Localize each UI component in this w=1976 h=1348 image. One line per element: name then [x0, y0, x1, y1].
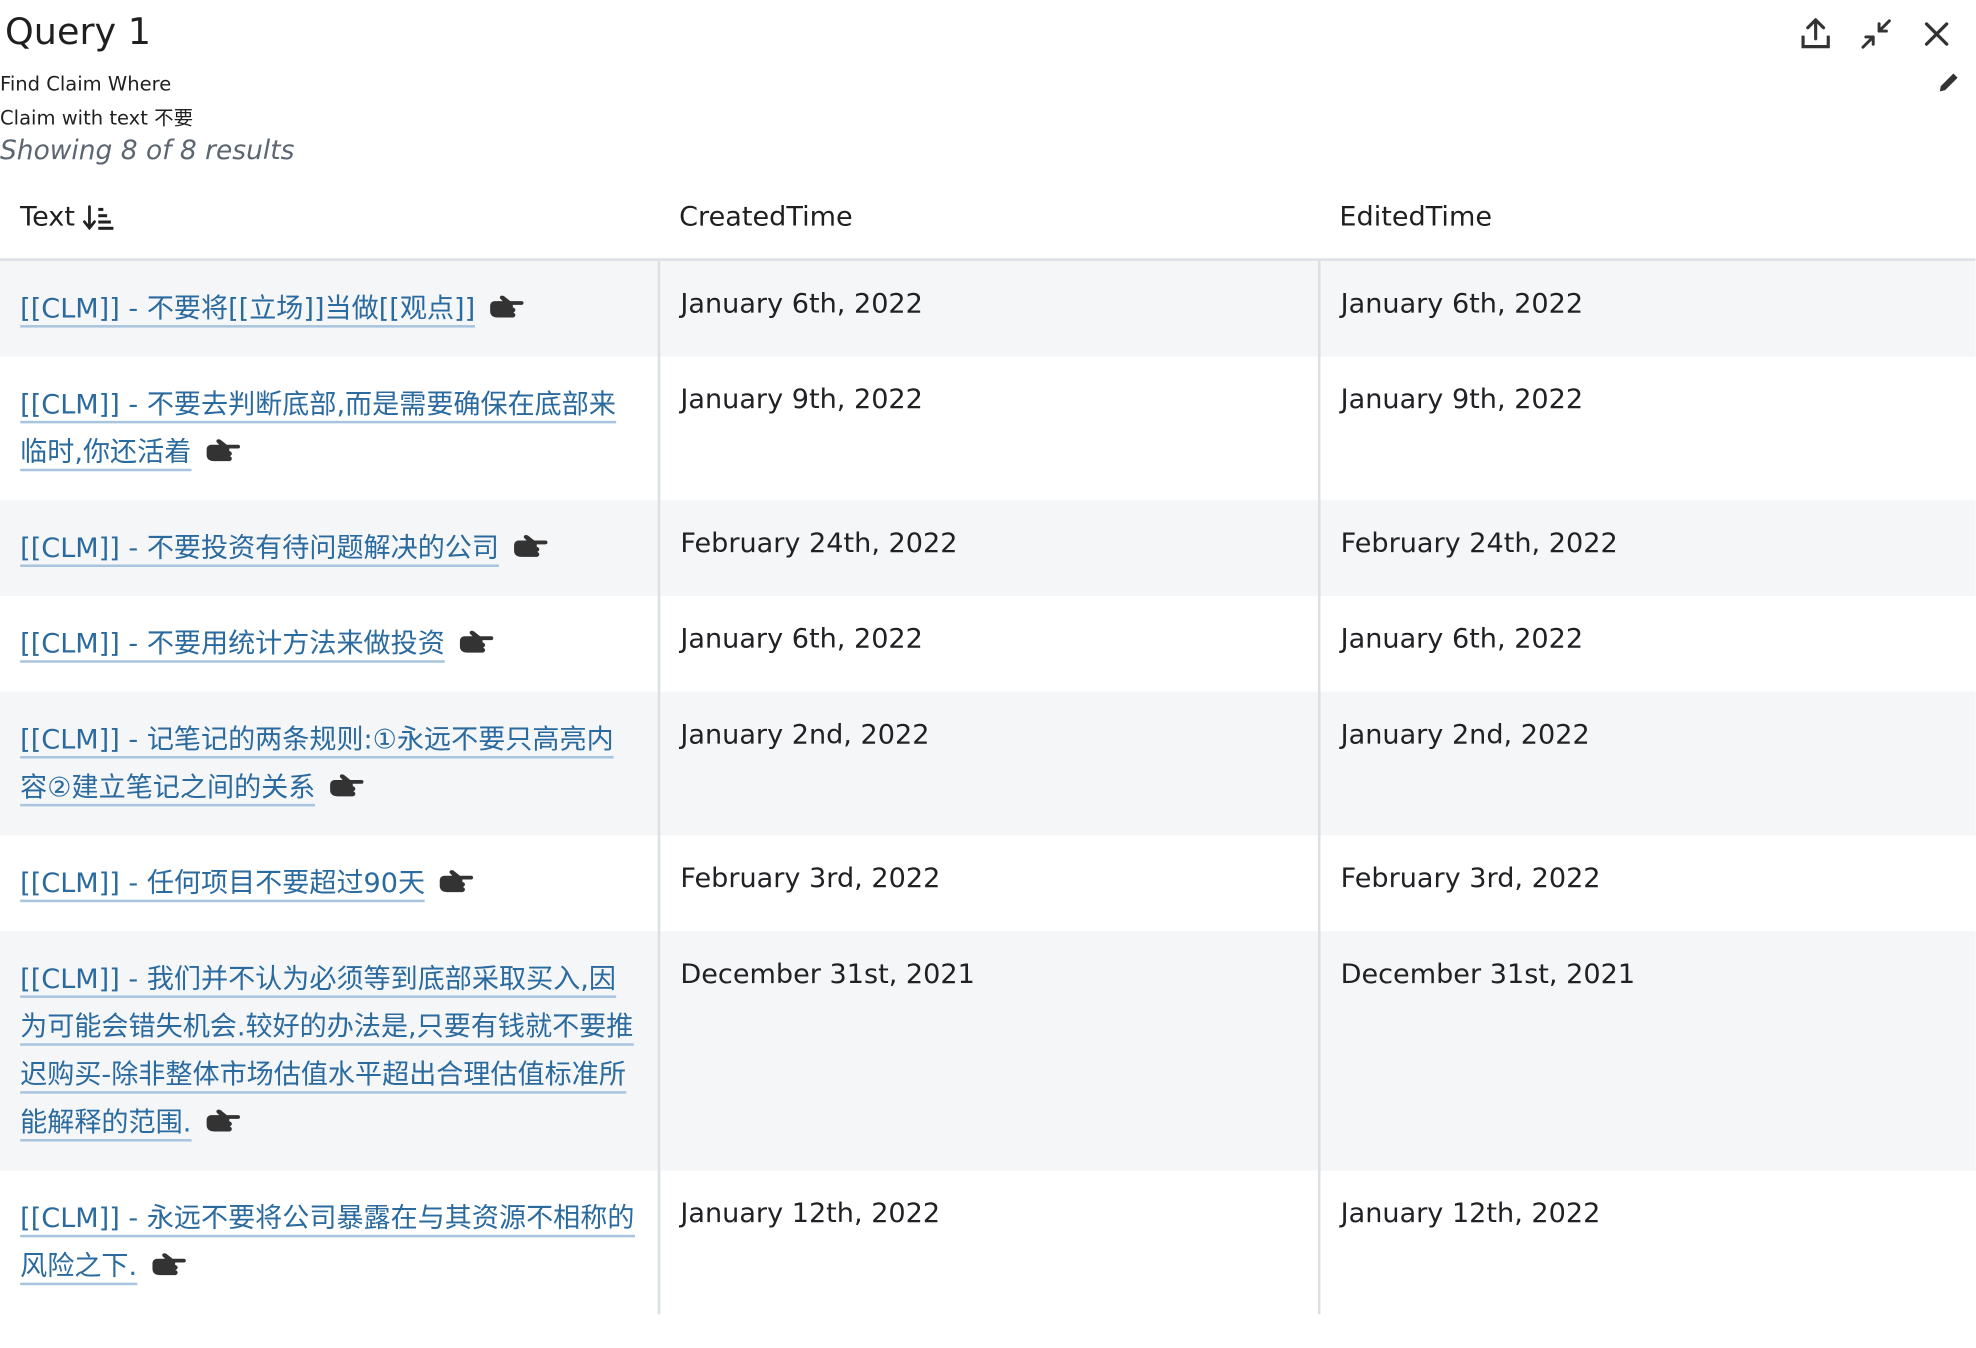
cell-edited-time: December 31st, 2021	[1340, 958, 1636, 991]
claim-link[interactable]: [[CLM]] - 不要将[[立场]]当做[[观点]]	[20, 293, 476, 328]
cell-edited-time: January 9th, 2022	[1340, 384, 1584, 416]
table-row: [[CLM]] - 不要将[[立场]]当做[[观点]] January 6th, …	[0, 259, 1976, 357]
pointing-hand-icon[interactable]	[204, 438, 242, 466]
pointing-hand-icon[interactable]	[512, 534, 550, 562]
panel-toolbar	[1794, 13, 1958, 56]
minimize-icon	[1861, 19, 1891, 49]
table-row: [[CLM]] - 我们并不认为必须等到底部采取买入,因为可能会错失机会.较好的…	[0, 931, 1976, 1171]
cell-created-time: December 31st, 2021	[658, 931, 1321, 1171]
results-table: Text CreatedTime EditedTime [[CLM]] - 不要…	[0, 176, 1976, 1315]
minimize-button[interactable]	[1855, 13, 1898, 56]
cell-text: [[CLM]] - 永远不要将公司暴露在与其资源不相称的风险之下.	[0, 1170, 661, 1315]
table-row: [[CLM]] - 任何项目不要超过90天 February 3rd, 2022 F…	[0, 835, 1976, 932]
cell-edited-time: February 3rd, 2022	[1340, 863, 1601, 895]
pointing-hand-icon[interactable]	[457, 630, 495, 658]
cell-text: [[CLM]] - 记笔记的两条规则:①永远不要只高亮内容②建立笔记之间的关系	[0, 691, 661, 836]
column-header-text[interactable]: Text	[0, 176, 659, 261]
table-row: [[CLM]] - 不要用统计方法来做投资 January 6th, 2022 Ja…	[0, 595, 1976, 692]
cell-created-time: January 6th, 2022	[658, 595, 1321, 692]
cell-created-time: February 24th, 2022	[658, 500, 1321, 596]
sort-descending-icon[interactable]	[83, 201, 116, 234]
table-row: [[CLM]] - 不要投资有待问题解决的公司 February 24th, 20…	[0, 500, 1976, 596]
share-upload-icon	[1801, 18, 1830, 49]
cell-created-time: January 12th, 2022	[658, 1170, 1321, 1315]
pointing-hand-icon[interactable]	[328, 774, 366, 802]
cell-text: [[CLM]] - 不要去判断底部,而是需要确保在底部来临时,你还活着	[0, 356, 661, 501]
cell-edited-time: January 6th, 2022	[1340, 288, 1584, 321]
cell-text: [[CLM]] - 不要用统计方法来做投资	[0, 595, 661, 692]
cell-created-time: January 9th, 2022	[658, 356, 1321, 501]
table-header-row: Text CreatedTime EditedTime	[0, 176, 1976, 261]
table-row: [[CLM]] - 记笔记的两条规则:①永远不要只高亮内容②建立笔记之间的关系 J…	[0, 691, 1976, 836]
table-row: [[CLM]] - 永远不要将公司暴露在与其资源不相称的风险之下. January…	[0, 1170, 1976, 1315]
claim-link[interactable]: [[CLM]] - 不要投资有待问题解决的公司	[20, 532, 499, 567]
cell-created-time: January 6th, 2022	[658, 259, 1321, 357]
claim-link[interactable]: [[CLM]] - 记笔记的两条规则:①永远不要只高亮内容②建立笔记之间的关系	[20, 724, 614, 807]
pencil-icon	[1939, 73, 1958, 92]
query-panel: Query 1 Find Claim Where Claim with text…	[0, 0, 1976, 1348]
pointing-hand-icon[interactable]	[488, 295, 526, 323]
pointing-hand-icon[interactable]	[150, 1252, 188, 1280]
claim-link[interactable]: [[CLM]] - 不要用统计方法来做投资	[20, 628, 445, 663]
pointing-hand-icon[interactable]	[438, 869, 476, 897]
cell-text: [[CLM]] - 不要将[[立场]]当做[[观点]]	[0, 259, 661, 357]
claim-link[interactable]: [[CLM]] - 任何项目不要超过90天	[20, 868, 426, 903]
table-body: [[CLM]] - 不要将[[立场]]当做[[观点]] January 6th, …	[0, 259, 1976, 1315]
cell-edited-time: February 24th, 2022	[1340, 527, 1618, 560]
query-title: Query 1	[5, 10, 151, 53]
cell-edited-time: January 6th, 2022	[1340, 623, 1584, 656]
close-icon	[1924, 22, 1949, 46]
claim-link[interactable]: [[CLM]] - 我们并不认为必须等到底部采取买入,因为可能会错失机会.较好的…	[20, 964, 634, 1142]
cell-created-time: January 2nd, 2022	[658, 691, 1321, 836]
cell-edited-time: January 12th, 2022	[1340, 1198, 1601, 1230]
close-button[interactable]	[1915, 13, 1958, 56]
column-header-createdtime[interactable]: CreatedTime	[658, 176, 1320, 261]
claim-link[interactable]: [[CLM]] - 不要去判断底部,而是需要确保在底部来临时,你还活着	[20, 389, 616, 472]
pointing-hand-icon[interactable]	[204, 1109, 242, 1137]
table-row: [[CLM]] - 不要去判断底部,而是需要确保在底部来临时,你还活着 Janua…	[0, 356, 1976, 501]
query-line-find: Find Claim Where	[0, 73, 172, 96]
cell-text: [[CLM]] - 我们并不认为必须等到底部采取买入,因为可能会错失机会.较好的…	[0, 931, 661, 1171]
cell-created-time: February 3rd, 2022	[658, 835, 1321, 932]
edit-query-button[interactable]	[1933, 66, 1966, 99]
results-count: Showing 8 of 8 results	[0, 134, 295, 166]
cell-text: [[CLM]] - 任何项目不要超过90天	[0, 835, 661, 932]
column-header-label: Text	[20, 201, 75, 234]
column-header-editedtime[interactable]: EditedTime	[1319, 176, 1976, 261]
cell-edited-time: January 2nd, 2022	[1340, 719, 1590, 751]
share-upload-button[interactable]	[1794, 13, 1837, 56]
cell-text: [[CLM]] - 不要投资有待问题解决的公司	[0, 500, 661, 596]
claim-link[interactable]: [[CLM]] - 永远不要将公司暴露在与其资源不相称的风险之下.	[20, 1203, 635, 1286]
query-line-condition: Claim with text 不要	[0, 107, 194, 130]
